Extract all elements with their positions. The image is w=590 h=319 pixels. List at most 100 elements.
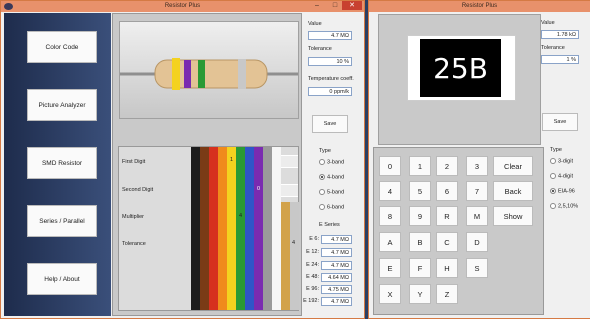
eseries-value-e192: 4.7 MΩ (321, 297, 352, 306)
keypad: 0 1 2 3 Clear 4 5 6 7 Back 8 9 R M Show … (373, 147, 544, 315)
tolerance-label: Tolerance (541, 45, 565, 51)
tolerance-label: Tolerance (308, 46, 332, 52)
color-column-blue[interactable] (245, 147, 254, 310)
title-bar: Resistor Plus (369, 1, 590, 12)
key-s[interactable]: S (466, 258, 488, 278)
color-column-brown[interactable] (200, 147, 209, 310)
show-button[interactable]: Show (493, 206, 533, 226)
eseries-value-e96: 4.75 MΩ (321, 285, 352, 294)
eseries-value-e48: 4.64 MΩ (321, 273, 352, 282)
back-button[interactable]: Back (493, 181, 533, 201)
key-x[interactable]: X (379, 284, 401, 304)
resistor-preview (119, 21, 299, 119)
nav-picture-analyzer-button[interactable]: Picture Analyzer (27, 89, 97, 121)
minimize-icon[interactable]: – (312, 1, 322, 10)
key-m[interactable]: M (466, 206, 488, 226)
smd-preview: 25B (378, 14, 541, 145)
tolerance-field[interactable]: 10 % (308, 57, 352, 66)
key-h[interactable]: H (436, 258, 458, 278)
key-r[interactable]: R (436, 206, 458, 226)
save-button[interactable]: Save (542, 113, 578, 131)
radio-2-5-10-percent[interactable]: 2,5,10% (550, 203, 578, 209)
key-e[interactable]: E (379, 258, 401, 278)
color-column-black[interactable] (191, 147, 200, 310)
nav-smd-resistor-button[interactable]: SMD Resistor (27, 147, 97, 179)
row-label-multiplier: Multiplier (122, 214, 145, 220)
key-6[interactable]: 6 (436, 181, 458, 201)
color-column-gold[interactable] (281, 202, 290, 310)
tempco-label: Temperature coeff. (308, 76, 354, 82)
title-bar: Resistor Plus – □ ✕ (1, 1, 364, 12)
value-label: Value (541, 20, 555, 26)
radio-6-band[interactable]: 6-band (319, 204, 344, 210)
value-field[interactable]: 4.7 MΩ (308, 31, 352, 40)
row-label-tolerance: Tolerance (122, 241, 146, 247)
smd-window: Resistor Plus 25B Value 1.78 kΩ Toleranc… (368, 0, 590, 319)
key-d[interactable]: D (466, 232, 488, 252)
eseries-name-e192: E 192: (303, 298, 319, 304)
radio-3-digit[interactable]: 3-digit (550, 158, 573, 164)
key-7[interactable]: 7 (466, 181, 488, 201)
type-label: Type (319, 148, 331, 154)
color-column-violet[interactable] (254, 147, 263, 310)
tolerance-field[interactable]: 1 % (541, 55, 579, 64)
key-f[interactable]: F (409, 258, 431, 278)
radio-4-band[interactable]: 4-band (319, 174, 344, 180)
maximize-icon[interactable]: □ (330, 1, 340, 10)
key-9[interactable]: 9 (409, 206, 431, 226)
marker-multiplier: 4 (239, 213, 243, 219)
clear-button[interactable]: Clear (493, 156, 533, 176)
radio-4-digit[interactable]: 4-digit (550, 173, 573, 179)
key-4[interactable]: 4 (379, 181, 401, 201)
radio-5-band[interactable]: 5-band (319, 189, 344, 195)
marker-second-digit: 0 (257, 186, 261, 192)
key-y[interactable]: Y (409, 284, 431, 304)
key-c[interactable]: C (436, 232, 458, 252)
eseries-value-e24: 4.7 MΩ (321, 261, 352, 270)
radio-eia-96[interactable]: EIA-96 (550, 188, 575, 194)
value-label: Value (308, 21, 322, 27)
key-z[interactable]: Z (436, 284, 458, 304)
color-code-window: Resistor Plus – □ ✕ Color Code Picture A… (0, 0, 365, 319)
band-2 (184, 60, 191, 88)
key-0[interactable]: 0 (379, 156, 401, 176)
key-2[interactable]: 2 (436, 156, 458, 176)
key-1[interactable]: 1 (409, 156, 431, 176)
color-band-selector[interactable]: First Digit Second Digit Multiplier Tole… (118, 146, 299, 311)
color-column-silver[interactable] (290, 202, 299, 310)
nav-color-code-button[interactable]: Color Code (27, 31, 97, 63)
eseries-name-e6: E 6: (309, 236, 319, 242)
key-5[interactable]: 5 (409, 181, 431, 201)
marker-first-digit: 1 (230, 157, 234, 163)
close-icon[interactable]: ✕ (342, 1, 362, 10)
color-column-orange[interactable] (218, 147, 227, 310)
nav-series-parallel-button[interactable]: Series / Parallel (27, 205, 97, 237)
type-label: Type (550, 147, 562, 153)
color-column-red[interactable] (209, 147, 218, 310)
key-b[interactable]: B (409, 232, 431, 252)
band-1 (172, 58, 180, 90)
save-button[interactable]: Save (312, 115, 348, 133)
color-column-green[interactable] (236, 147, 245, 310)
row-label-second-digit: Second Digit (122, 187, 154, 193)
color-column-grey[interactable] (263, 147, 272, 310)
window-title: Resistor Plus (164, 3, 201, 9)
resistor-image (120, 58, 298, 90)
row-label-first-digit: First Digit (122, 159, 146, 165)
color-column-white[interactable] (272, 147, 281, 310)
nav-help-about-button[interactable]: Help / About (27, 263, 97, 295)
key-8[interactable]: 8 (379, 206, 401, 226)
band-3 (198, 60, 205, 88)
window-title: Resistor Plus (461, 3, 498, 9)
eseries-name-e48: E 48: (306, 274, 319, 280)
value-field[interactable]: 1.78 kΩ (541, 30, 579, 39)
band-4 (238, 59, 246, 89)
eseries-name-e24: E 24: (306, 262, 319, 268)
eseries-name-e96: E 96: (306, 286, 319, 292)
key-a[interactable]: A (379, 232, 401, 252)
eseries-value-e12: 4.7 MΩ (321, 248, 352, 257)
color-column-yellow[interactable] (227, 147, 236, 310)
tempco-field[interactable]: 0 ppm/k (308, 87, 352, 96)
key-3[interactable]: 3 (466, 156, 488, 176)
radio-3-band[interactable]: 3-band (319, 159, 344, 165)
